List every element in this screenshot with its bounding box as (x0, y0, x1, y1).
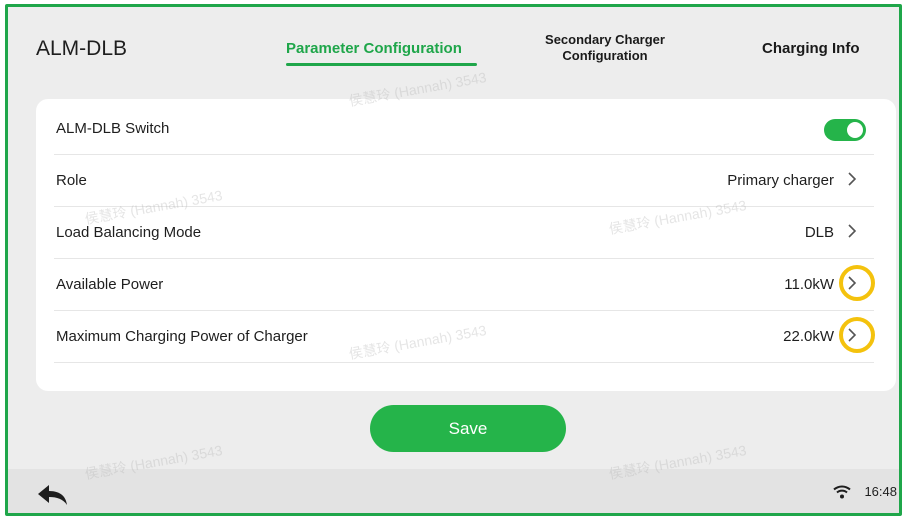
active-tab-indicator (286, 63, 477, 66)
tab-parameter-configuration[interactable]: Parameter Configuration (286, 40, 462, 57)
tab-secondary-line1: Secondary Charger (545, 32, 665, 47)
settings-card: ALM-DLB Switch Role Primary charger Load… (36, 99, 896, 391)
chevron-right-icon[interactable] (842, 168, 862, 190)
row-label: ALM-DLB Switch (56, 120, 170, 137)
highlight-circle (839, 265, 875, 301)
row-label: Maximum Charging Power of Charger (56, 328, 308, 345)
tab-secondary-line2: Configuration (562, 48, 648, 63)
row-role[interactable]: Role Primary charger (54, 155, 874, 207)
header: ALM-DLB Parameter Configuration Secondar… (8, 7, 899, 87)
page-title: ALM-DLB (36, 37, 128, 60)
row-value: DLB (804, 224, 834, 241)
chevron-right-icon[interactable] (842, 220, 862, 242)
bottom-bar: 16:48 (8, 469, 899, 513)
clock: 16:48 (864, 484, 897, 499)
tab-charging-info[interactable]: Charging Info (762, 40, 860, 57)
save-button[interactable]: Save (370, 405, 566, 452)
alm-dlb-toggle[interactable] (824, 119, 866, 141)
wifi-icon (833, 485, 851, 499)
back-arrow-icon[interactable] (36, 483, 70, 507)
app-frame: ALM-DLB Parameter Configuration Secondar… (5, 4, 902, 516)
highlight-circle (839, 317, 875, 353)
row-available-power[interactable]: Available Power 11.0kW (54, 259, 875, 311)
row-maximum-charging-power[interactable]: Maximum Charging Power of Charger 22.0kW (54, 311, 875, 363)
row-value: 11.0kW (784, 276, 834, 293)
row-value: Primary charger (727, 172, 834, 189)
row-label: Role (56, 172, 87, 189)
row-label: Load Balancing Mode (56, 224, 202, 241)
row-alm-dlb-switch: ALM-DLB Switch (54, 103, 874, 155)
row-value: 22.0kW (783, 328, 834, 345)
row-load-balancing-mode[interactable]: Load Balancing Mode DLB (54, 207, 874, 259)
tab-secondary-charger-configuration[interactable]: Secondary Charger Configuration (540, 32, 670, 64)
toggle-knob (847, 122, 863, 138)
row-label: Available Power (56, 276, 164, 293)
